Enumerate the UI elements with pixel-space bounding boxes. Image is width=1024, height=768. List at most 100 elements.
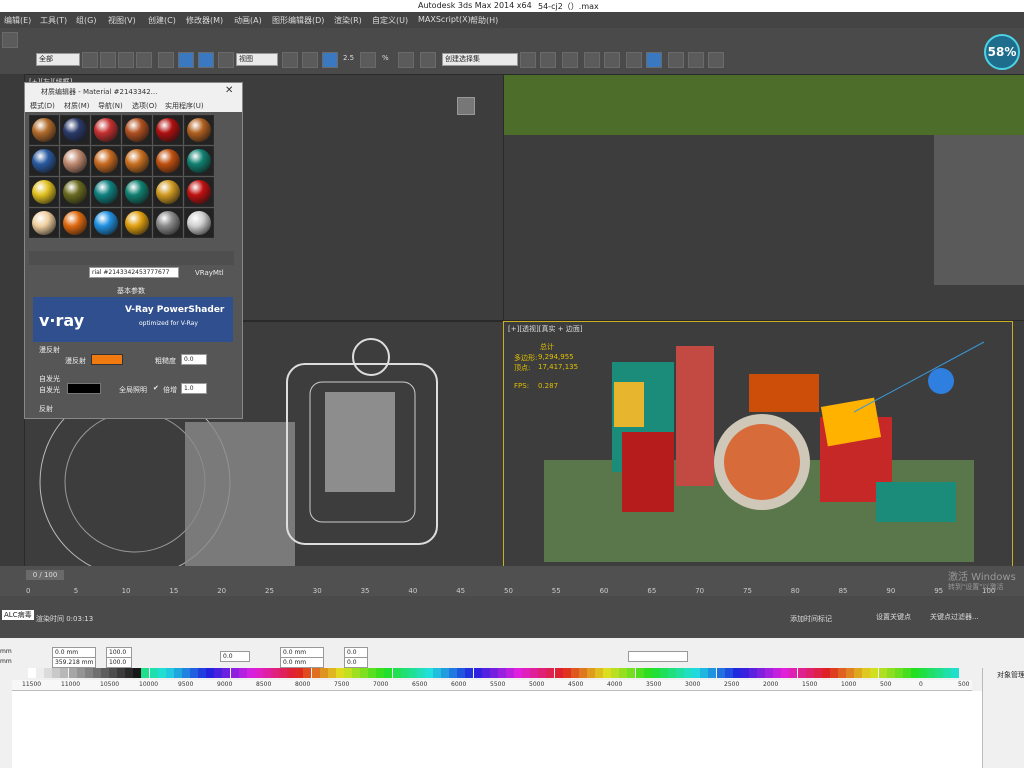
material-slot[interactable] — [91, 177, 121, 207]
select-by-name-icon[interactable] — [100, 52, 116, 68]
material-editor-icon[interactable] — [646, 52, 662, 68]
palette-swatch[interactable] — [157, 668, 166, 678]
material-slot[interactable] — [153, 208, 183, 238]
material-slot[interactable] — [122, 146, 152, 176]
palette-swatch[interactable] — [748, 668, 757, 678]
palette-swatch[interactable] — [603, 668, 612, 678]
render-setup-icon[interactable] — [668, 52, 684, 68]
palette-swatch[interactable] — [927, 668, 936, 678]
palette-swatch[interactable] — [878, 668, 887, 678]
palette-swatch[interactable] — [562, 668, 571, 678]
palette-swatch[interactable] — [376, 668, 385, 678]
palette-swatch[interactable] — [497, 668, 506, 678]
palette-swatch[interactable] — [279, 668, 288, 678]
menu-maxscript[interactable]: MAXScript(X) — [418, 15, 471, 24]
menu-material[interactable]: 材质(M) — [64, 101, 90, 111]
spinner-snap-icon[interactable] — [420, 52, 436, 68]
palette-swatch[interactable] — [206, 668, 215, 678]
material-slot[interactable] — [122, 208, 152, 238]
maxscript-listener[interactable]: ALC病毒 — [2, 610, 34, 620]
palette-swatch[interactable] — [635, 668, 644, 678]
scale-y-field[interactable]: 100.0 — [106, 657, 132, 668]
material-slot[interactable] — [29, 115, 59, 145]
palette-swatch[interactable] — [586, 668, 595, 678]
palette-swatch[interactable] — [392, 668, 401, 678]
palette-swatch[interactable] — [643, 668, 652, 678]
document-canvas[interactable] — [12, 691, 982, 768]
angle-snap-icon[interactable] — [360, 52, 376, 68]
menu-graph-editors[interactable]: 图形编辑器(D) — [272, 15, 324, 26]
palette-swatch[interactable] — [619, 668, 628, 678]
self-illum-color-swatch[interactable] — [67, 383, 101, 394]
menu-create[interactable]: 创建(C) — [148, 15, 176, 26]
palette-swatch[interactable] — [173, 668, 182, 678]
schematic-view-icon[interactable] — [626, 52, 642, 68]
palette-swatch[interactable] — [862, 668, 871, 678]
scale-icon[interactable] — [198, 52, 214, 68]
palette-swatch[interactable] — [854, 668, 863, 678]
menu-mode[interactable]: 模式(D) — [30, 101, 55, 111]
move-pivot-icon[interactable] — [302, 52, 318, 68]
palette-swatch[interactable] — [724, 668, 733, 678]
palette-swatch[interactable] — [692, 668, 701, 678]
palette-swatch[interactable] — [805, 668, 814, 678]
palette-swatch[interactable] — [481, 668, 490, 678]
palette-swatch[interactable] — [28, 668, 36, 678]
palette-swatch[interactable] — [384, 668, 393, 678]
palette-swatch[interactable] — [76, 668, 85, 678]
undo-icon[interactable] — [2, 32, 18, 48]
ribbon-icon[interactable] — [584, 52, 600, 68]
palette-swatch[interactable] — [343, 668, 352, 678]
palette-swatch[interactable] — [181, 668, 190, 678]
color-palette[interactable] — [28, 668, 968, 678]
palette-swatch[interactable] — [870, 668, 879, 678]
palette-swatch[interactable] — [611, 668, 620, 678]
select-manipulate-icon[interactable] — [218, 52, 234, 68]
material-slot[interactable] — [29, 208, 59, 238]
palette-swatch[interactable] — [238, 668, 247, 678]
palette-swatch[interactable] — [919, 668, 927, 678]
palette-swatch[interactable] — [416, 668, 425, 678]
palette-swatch[interactable] — [190, 668, 198, 678]
menu-rendering[interactable]: 渲染(R) — [334, 15, 362, 26]
timeline[interactable]: 0 / 100 0 5 10 15 20 25 30 35 40 45 50 55 60 65 70 75 80… — [0, 566, 1024, 596]
layer-manager-icon[interactable] — [562, 52, 578, 68]
material-slot[interactable] — [122, 115, 152, 145]
palette-swatch[interactable] — [214, 668, 223, 678]
palette-swatch[interactable] — [765, 668, 774, 678]
palette-swatch[interactable] — [441, 668, 450, 678]
keyboard-shortcut-icon[interactable] — [322, 52, 338, 68]
reference-coord-dropdown[interactable]: 视图 — [236, 53, 278, 66]
palette-swatch[interactable] — [230, 668, 239, 678]
palette-swatch[interactable] — [829, 668, 838, 678]
palette-swatch[interactable] — [505, 668, 514, 678]
menu-customize[interactable]: 自定义(U) — [372, 15, 408, 26]
palette-swatch[interactable] — [740, 668, 749, 678]
move-icon[interactable] — [158, 52, 174, 68]
diffuse-color-swatch[interactable] — [91, 354, 123, 365]
material-slot[interactable] — [91, 208, 121, 238]
palette-swatch[interactable] — [522, 668, 531, 678]
palette-swatch[interactable] — [659, 668, 668, 678]
time-slider[interactable]: 0 / 100 — [26, 570, 64, 580]
palette-swatch[interactable] — [149, 668, 158, 678]
menu-animation[interactable]: 动画(A) — [234, 15, 262, 26]
selection-filter-dropdown[interactable]: 全部 — [36, 53, 80, 66]
palette-swatch[interactable] — [943, 668, 952, 678]
material-type-button[interactable]: VRayMtl — [195, 269, 224, 277]
percent-snap-label[interactable]: % — [382, 54, 389, 62]
roughness-spinner[interactable]: 0.0 — [181, 354, 207, 365]
menu-help[interactable]: 帮助(H) — [470, 15, 498, 26]
menu-modifiers[interactable]: 修改器(M) — [186, 15, 223, 26]
palette-swatch[interactable] — [886, 668, 895, 678]
material-slot[interactable] — [60, 146, 90, 176]
pivot-center-icon[interactable] — [282, 52, 298, 68]
palette-swatch[interactable] — [424, 668, 433, 678]
palette-swatch[interactable] — [271, 668, 279, 678]
height-field[interactable]: 359.218 mm — [52, 657, 96, 668]
rotate-icon[interactable] — [178, 52, 194, 68]
palette-swatch[interactable] — [246, 668, 255, 678]
viewport-top-right[interactable] — [503, 74, 1024, 321]
window-crossing-icon[interactable] — [136, 52, 152, 68]
material-slot[interactable] — [153, 146, 183, 176]
